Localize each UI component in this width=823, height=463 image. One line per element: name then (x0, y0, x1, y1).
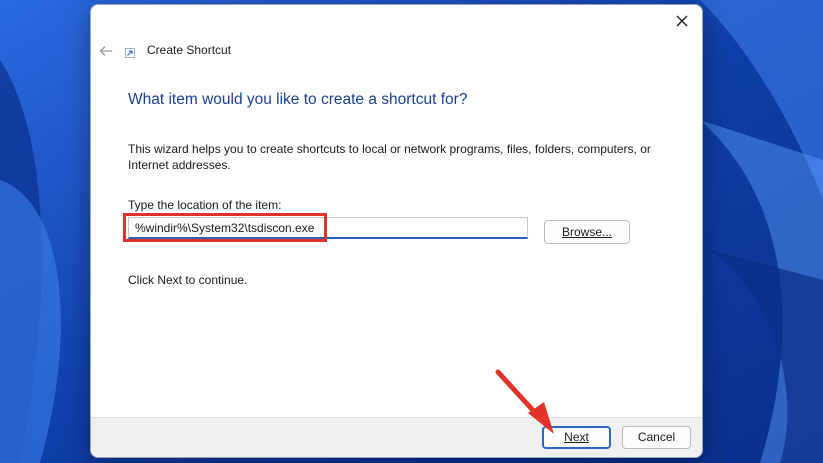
back-button[interactable] (96, 41, 116, 61)
wizard-header: Create Shortcut (91, 39, 702, 67)
page-heading: What item would you like to create a sho… (128, 91, 468, 108)
back-arrow-icon (99, 46, 112, 56)
wizard-title: Create Shortcut (147, 43, 232, 57)
location-input[interactable] (128, 217, 528, 239)
next-button[interactable]: Next (542, 426, 611, 449)
wizard-description: This wizard helps you to create shortcut… (128, 142, 651, 172)
cancel-button[interactable]: Cancel (622, 426, 691, 449)
close-icon (676, 15, 688, 27)
close-button[interactable] (668, 8, 696, 34)
shortcut-wizard-icon (125, 48, 135, 58)
create-shortcut-dialog: Create Shortcut What item would you like… (90, 4, 703, 458)
browse-button[interactable]: Browse... (544, 220, 630, 244)
next-button-label: Next (564, 430, 589, 444)
dialog-footer: Next Cancel (91, 417, 702, 457)
browse-button-label: Browse... (561, 225, 612, 239)
location-label: Type the location of the item: (128, 198, 282, 212)
continue-hint: Click Next to continue. (128, 273, 248, 287)
cancel-button-label: Cancel (637, 430, 676, 444)
